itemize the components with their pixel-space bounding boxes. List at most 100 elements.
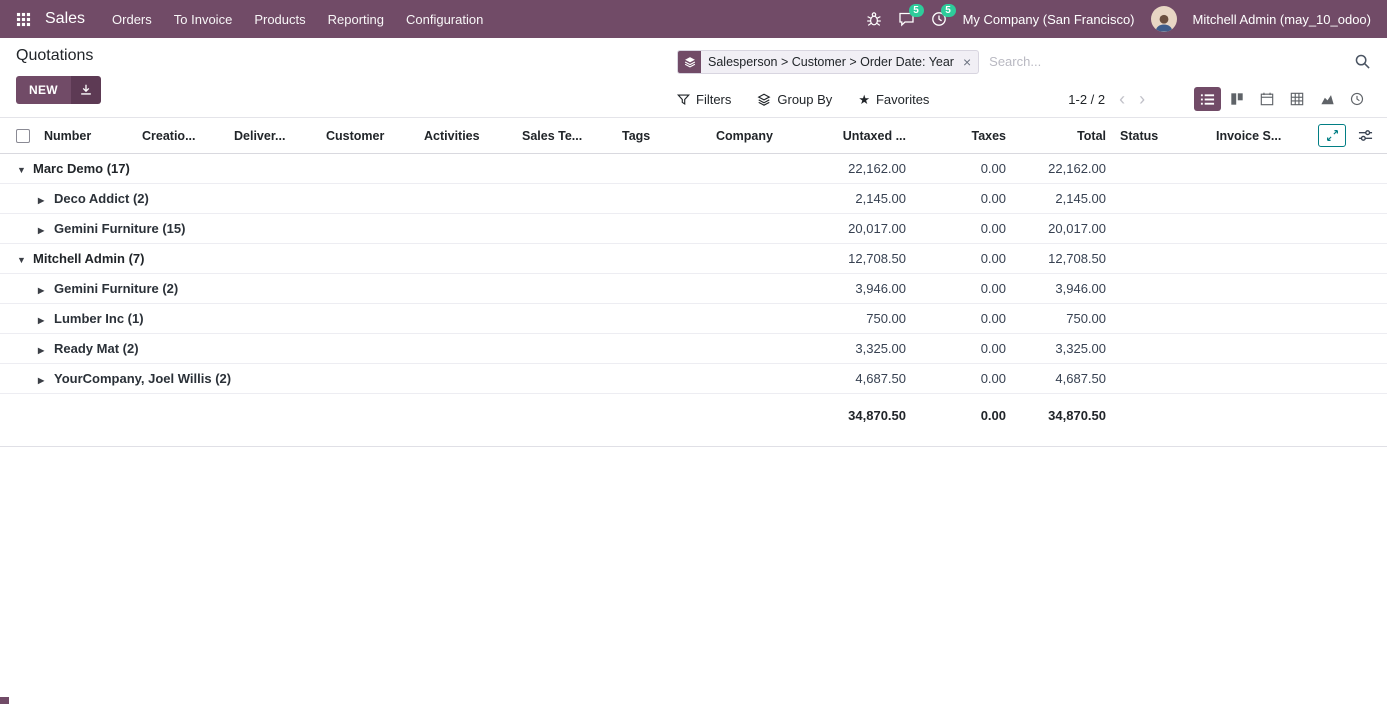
group-caret-icon[interactable]: ▶: [38, 316, 54, 325]
table-body: ▼Marc Demo (17) 22,162.00 0.00 22,162.00…: [0, 154, 1387, 394]
group-label: Marc Demo (17): [33, 161, 130, 176]
group-row[interactable]: ▶YourCompany, Joel Willis (2) 4,687.50 0…: [0, 364, 1387, 394]
menu-to-invoice[interactable]: To Invoice: [163, 3, 244, 36]
activity-clock-icon[interactable]: 5: [931, 11, 947, 27]
menu-orders[interactable]: Orders: [101, 3, 163, 36]
col-untaxed[interactable]: Untaxed ...: [818, 118, 916, 154]
pivot-view-button[interactable]: [1284, 87, 1311, 111]
filters-button[interactable]: Filters: [677, 92, 731, 107]
graph-view-icon: [1320, 92, 1335, 106]
table-header-row: Number Creatio... Deliver... Customer Ac…: [0, 118, 1387, 154]
col-taxes[interactable]: Taxes: [916, 118, 1016, 154]
group-row[interactable]: ▼Marc Demo (17) 22,162.00 0.00 22,162.00: [0, 154, 1387, 184]
group-cell-total: 2,145.00: [1016, 184, 1116, 214]
activity-view-button[interactable]: [1344, 87, 1371, 111]
menu-products[interactable]: Products: [243, 3, 316, 36]
group-cell-total: 4,687.50: [1016, 364, 1116, 394]
quotations-list: Number Creatio... Deliver... Customer Ac…: [0, 117, 1387, 447]
col-tags[interactable]: Tags: [618, 118, 712, 154]
group-cell-total: 750.00: [1016, 304, 1116, 334]
calendar-view-button[interactable]: [1254, 87, 1281, 111]
col-customer[interactable]: Customer: [322, 118, 420, 154]
calendar-view-icon: [1260, 92, 1274, 106]
group-caret-icon[interactable]: ▶: [38, 346, 54, 355]
kanban-view-button[interactable]: [1224, 87, 1251, 111]
col-invoice-status[interactable]: Invoice S...: [1212, 118, 1312, 154]
col-sales-team[interactable]: Sales Te...: [518, 118, 618, 154]
app-name[interactable]: Sales: [45, 10, 85, 28]
group-label: Ready Mat (2): [54, 341, 139, 356]
user-menu[interactable]: Mitchell Admin (may_10_odoo): [1193, 12, 1371, 27]
search-icon[interactable]: [1354, 53, 1371, 75]
group-label: Gemini Furniture (15): [54, 221, 185, 236]
group-row[interactable]: ▶Gemini Furniture (15) 20,017.00 0.00 20…: [0, 214, 1387, 244]
group-cell-untaxed: 3,946.00: [818, 274, 916, 304]
group-caret-icon[interactable]: ▶: [38, 226, 54, 235]
group-cell-status: [1116, 244, 1212, 274]
control-panel: Quotations NEW Salesperson > Custom: [0, 38, 1387, 117]
col-number[interactable]: Number: [40, 118, 138, 154]
group-cell-status: [1116, 304, 1212, 334]
search-input[interactable]: [989, 54, 1343, 69]
messages-icon[interactable]: 5: [898, 11, 915, 27]
col-status[interactable]: Status: [1116, 118, 1212, 154]
col-total[interactable]: Total: [1016, 118, 1116, 154]
search-bar: Salesperson > Customer > Order Date: Yea…: [677, 49, 1371, 74]
group-row[interactable]: ▼Mitchell Admin (7) 12,708.50 0.00 12,70…: [0, 244, 1387, 274]
group-row[interactable]: ▶Gemini Furniture (2) 3,946.00 0.00 3,94…: [0, 274, 1387, 304]
list-view-icon: [1200, 92, 1215, 107]
group-cell-status: [1116, 154, 1212, 184]
col-creation-date[interactable]: Creatio...: [138, 118, 230, 154]
group-row[interactable]: ▶Deco Addict (2) 2,145.00 0.00 2,145.00: [0, 184, 1387, 214]
col-company[interactable]: Company: [712, 118, 818, 154]
view-switcher: [1194, 87, 1371, 111]
apps-grid-icon[interactable]: [12, 8, 35, 31]
group-cell-untaxed: 750.00: [818, 304, 916, 334]
group-cell-taxes: 0.00: [916, 244, 1016, 274]
select-all-checkbox[interactable]: [16, 129, 30, 143]
col-activities[interactable]: Activities: [420, 118, 518, 154]
export-button[interactable]: [71, 76, 101, 104]
group-caret-icon[interactable]: ▶: [38, 286, 54, 295]
group-by-button[interactable]: Group By: [757, 92, 832, 107]
group-cell-status: [1116, 214, 1212, 244]
group-cell-total: 20,017.00: [1016, 214, 1116, 244]
messages-badge: 5: [909, 4, 924, 17]
optional-columns-icon[interactable]: [1358, 128, 1373, 143]
group-caret-icon[interactable]: ▶: [38, 196, 54, 205]
group-cell-taxes: 0.00: [916, 304, 1016, 334]
new-button[interactable]: NEW: [16, 76, 71, 104]
group-row[interactable]: ▶Ready Mat (2) 3,325.00 0.00 3,325.00: [0, 334, 1387, 364]
totals-row: 34,870.50 0.00 34,870.50: [0, 394, 1387, 437]
bug-icon[interactable]: [866, 11, 882, 27]
group-caret-icon[interactable]: ▼: [17, 255, 33, 265]
graph-view-button[interactable]: [1314, 87, 1341, 111]
company-switcher[interactable]: My Company (San Francisco): [963, 12, 1135, 27]
user-avatar[interactable]: [1151, 6, 1177, 32]
group-row[interactable]: ▶Lumber Inc (1) 750.00 0.00 750.00: [0, 304, 1387, 334]
pivot-view-icon: [1290, 92, 1304, 106]
expand-icon: [1326, 129, 1339, 142]
favorites-button[interactable]: ★ Favorites: [858, 92, 929, 107]
group-cell-invoice-status: [1212, 244, 1312, 274]
corner-artifact: [0, 697, 9, 704]
group-cell-invoice-status: [1212, 184, 1312, 214]
expand-groups-button[interactable]: [1318, 124, 1346, 147]
group-caret-icon[interactable]: ▶: [38, 376, 54, 385]
group-label: Mitchell Admin (7): [33, 251, 144, 266]
pager-previous-icon[interactable]: ‹: [1119, 90, 1125, 108]
group-cell-invoice-status: [1212, 334, 1312, 364]
menu-reporting[interactable]: Reporting: [317, 3, 395, 36]
col-delivery-date[interactable]: Deliver...: [230, 118, 322, 154]
facet-remove-icon[interactable]: ×: [961, 54, 978, 70]
total-amount: 34,870.50: [1016, 394, 1116, 437]
menu-configuration[interactable]: Configuration: [395, 3, 494, 36]
pager-range: 1-2 / 2: [1068, 92, 1105, 107]
pager-next-icon[interactable]: ›: [1139, 90, 1145, 108]
group-cell-taxes: 0.00: [916, 184, 1016, 214]
list-view-button[interactable]: [1194, 87, 1221, 111]
group-caret-icon[interactable]: ▼: [17, 165, 33, 175]
total-untaxed: 34,870.50: [818, 394, 916, 437]
page-title: Quotations: [16, 47, 101, 65]
group-label: Gemini Furniture (2): [54, 281, 178, 296]
